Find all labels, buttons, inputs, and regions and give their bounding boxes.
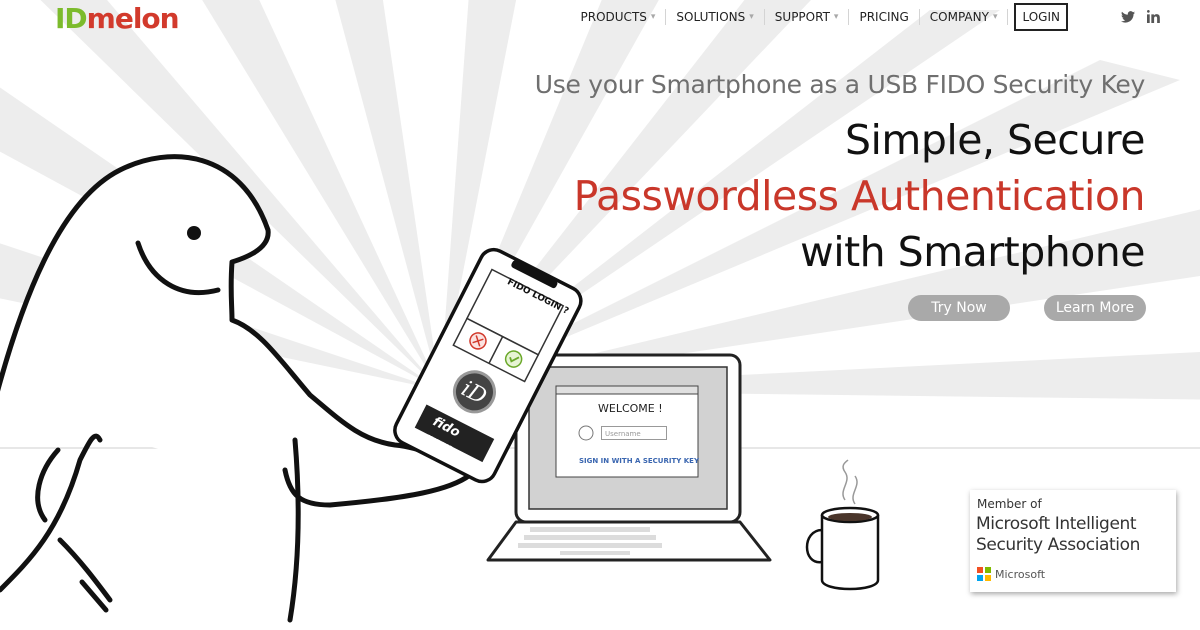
headline-line-3: with Smartphone	[800, 228, 1145, 276]
nav-item-label: SUPPORT	[774, 10, 830, 24]
nav-item-label: PRICING	[859, 10, 909, 24]
nav-item-label: SOLUTIONS	[676, 10, 746, 24]
chevron-down-icon: ▾	[833, 12, 839, 22]
learn-more-button[interactable]: Learn More	[1044, 295, 1146, 321]
microsoft-label: Microsoft	[995, 567, 1046, 581]
nav-item-products[interactable]: PRODUCTS ▾	[571, 9, 667, 25]
social-links	[1121, 8, 1160, 27]
window-security-key-link: SIGN IN WITH A SECURITY KEY	[579, 457, 700, 465]
page: iD FIDO LOGIN ? fido CERTIFIED WELCOME !…	[0, 0, 1200, 630]
try-now-button[interactable]: Try Now	[908, 295, 1010, 321]
headline-line-2: Passwordless Authentication	[573, 172, 1146, 220]
nav-item-pricing[interactable]: PRICING	[849, 9, 920, 25]
main-nav: PRODUCTS ▾ SOLUTIONS ▾ SUPPORT ▾ PRICING CO…	[571, 3, 1068, 31]
microsoft-logo-icon	[977, 567, 991, 581]
misa-member-badge[interactable]: Member of Microsoft Intelligent Security…	[970, 490, 1176, 592]
linkedin-icon[interactable]	[1147, 8, 1160, 27]
logo-id-text: ID	[55, 2, 88, 35]
headline-line-1: Simple, Secure	[844, 116, 1146, 164]
chevron-down-icon: ▾	[650, 12, 656, 22]
nav-item-company[interactable]: COMPANY ▾	[920, 9, 1009, 25]
nav-item-label: COMPANY	[929, 10, 989, 24]
nav-item-solutions[interactable]: SOLUTIONS ▾	[666, 9, 765, 25]
misa-title-line-2: Security Association	[976, 535, 1141, 555]
member-of-label: Member of	[977, 497, 1042, 511]
twitter-icon[interactable]	[1121, 8, 1135, 27]
nav-item-support[interactable]: SUPPORT ▾	[765, 9, 850, 25]
misa-title-line-1: Microsoft Intelligent	[976, 514, 1137, 534]
logo-melon-text: melon	[86, 2, 180, 35]
microsoft-brand: Microsoft	[977, 567, 1045, 581]
login-button[interactable]: LOGIN	[1014, 3, 1068, 31]
chevron-down-icon: ▾	[992, 12, 998, 22]
nav-item-label: PRODUCTS	[580, 10, 647, 24]
window-welcome-title: WELCOME !	[598, 402, 663, 415]
hero-headline: Simple, Secure Passwordless Authenticati…	[573, 112, 1146, 280]
window-username-field: Username	[601, 426, 667, 440]
misa-title: Microsoft Intelligent Security Associati…	[976, 514, 1140, 556]
idmelon-logo[interactable]: IDmelon	[55, 2, 180, 36]
chevron-down-icon: ▾	[749, 12, 754, 22]
hero-tagline: Use your Smartphone as a USB FIDO Securi…	[534, 70, 1146, 99]
